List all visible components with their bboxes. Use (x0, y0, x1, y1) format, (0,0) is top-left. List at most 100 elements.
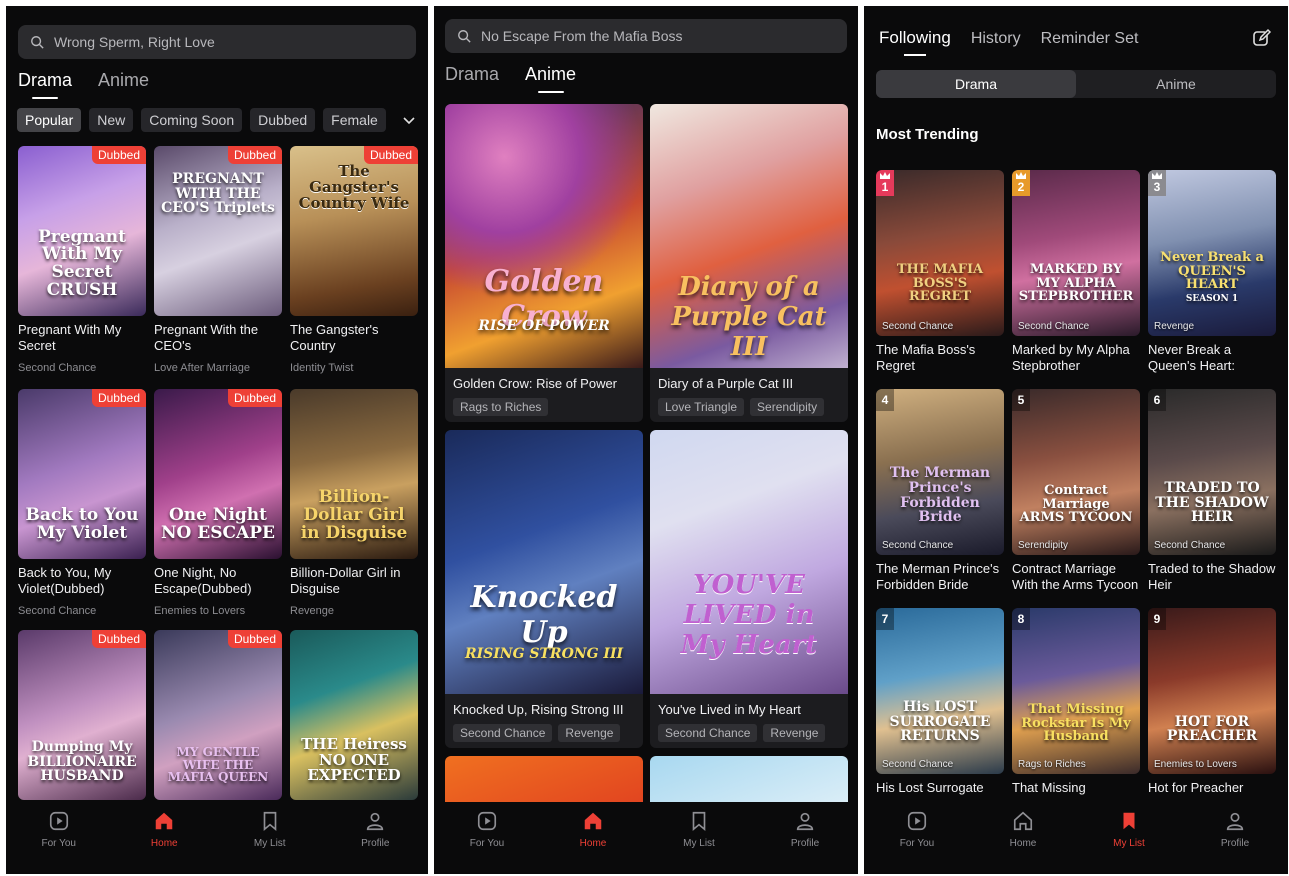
drama-card[interactable]: Pregnant With My Secret CRUSH Dubbed Pre… (18, 146, 146, 381)
trending-card[interactable]: MARKED BY MY ALPHA STEPBROTHER 2 Second … (1012, 170, 1140, 380)
tab-history[interactable]: History (971, 30, 1021, 56)
my-list-tabs: Following History Reminder Set (879, 28, 1138, 56)
tab-drama[interactable]: Drama (445, 64, 499, 93)
card-genre: Love After Marriage (154, 362, 250, 374)
nav-my-list[interactable]: My List (217, 802, 323, 874)
search-input[interactable]: Wrong Sperm, Right Love (18, 25, 416, 59)
nav-profile[interactable]: Profile (1182, 802, 1288, 874)
bookmark-icon (263, 811, 277, 832)
filter-coming-soon[interactable]: Coming Soon (141, 108, 243, 132)
nav-home[interactable]: Home (970, 802, 1076, 874)
poster-title: Contract Marriage ARMS TYCOON (1019, 483, 1133, 526)
nav-my-list[interactable]: My List (1076, 802, 1182, 874)
search-icon (458, 30, 471, 43)
search-placeholder: Wrong Sperm, Right Love (54, 34, 215, 50)
drama-card[interactable]: THE Heiress NO ONE EXPECTED (290, 630, 418, 800)
profile-icon (1226, 812, 1244, 831)
card-genre: Second Chance (18, 605, 97, 617)
filter-female[interactable]: Female (323, 108, 386, 132)
tab-drama[interactable]: Drama (18, 70, 72, 99)
nav-for-you[interactable]: For You (6, 802, 112, 874)
card-title: The Mafia Boss's Regret (876, 342, 976, 373)
anime-card[interactable]: Diary of a Purple Cat III Diary of a Pur… (650, 104, 848, 422)
nav-for-you[interactable]: For You (864, 802, 970, 874)
nav-profile[interactable]: Profile (752, 802, 858, 874)
tab-anime[interactable]: Anime (525, 64, 576, 93)
trending-card[interactable]: That Missing Rockstar Is My Husband 8 Ra… (1012, 608, 1140, 808)
filter-popular[interactable]: Popular (17, 108, 82, 132)
trending-card[interactable]: The Merman Prince's Forbidden Bride 4 Se… (876, 389, 1004, 599)
card-title: Pregnant With My Secret Crush(Dubbed) (18, 322, 122, 353)
chevron-down-icon[interactable] (401, 112, 417, 128)
segment-drama[interactable]: Drama (876, 70, 1076, 98)
rank-badge: 6 (1148, 389, 1166, 411)
content-type-tabs: Drama Anime (445, 64, 576, 93)
drama-card[interactable]: MY GENTLE WIFE THE MAFIA QUEEN Dubbed (154, 630, 282, 800)
rank-badge: 4 (876, 389, 894, 411)
trending-card[interactable]: THE MAFIA BOSS'S REGRET 1 Second Chance … (876, 170, 1004, 380)
genre-label: Enemies to Lovers (1154, 759, 1237, 770)
genre-tag: Revenge (558, 724, 621, 742)
season-label: SEASON 1 (1185, 293, 1239, 304)
poster-subtitle: RISING STRONG III (464, 646, 624, 662)
nav-my-list[interactable]: My List (646, 802, 752, 874)
bottom-nav: For You Home My List Profile (434, 802, 858, 874)
poster-title: MY GENTLE WIFE THE MAFIA QUEEN (167, 745, 269, 785)
tag-list: Love Triangle Serendipity (658, 398, 825, 416)
poster: YOU'VE LIVED in My Heart (650, 430, 848, 694)
poster: HOT FOR PREACHER 9 Enemies to Lovers (1148, 608, 1276, 774)
profile-icon (796, 812, 814, 831)
drama-card[interactable]: One Night NO ESCAPE Dubbed One Night, No… (154, 389, 282, 624)
drama-card[interactable]: Dumping My BILLIONAIRE HUSBAND Dubbed (18, 630, 146, 800)
trending-card[interactable]: TRADED TO THE SHADOW HEIR 6 Second Chanc… (1148, 389, 1276, 599)
dubbed-badge: Dubbed (227, 630, 282, 648)
play-icon (907, 811, 927, 831)
tag-list: Second Chance Revenge (453, 724, 621, 742)
genre-label: Second Chance (1154, 540, 1226, 551)
tab-following[interactable]: Following (879, 28, 951, 56)
poster: MARKED BY MY ALPHA STEPBROTHER 2 Second … (1012, 170, 1140, 336)
filter-new[interactable]: New (89, 108, 134, 132)
genre-label: Serendipity (1018, 540, 1069, 551)
poster-title: Pregnant With My Secret CRUSH (37, 226, 127, 301)
tab-reminder-set[interactable]: Reminder Set (1041, 30, 1139, 56)
home-icon (1013, 811, 1033, 831)
genre-label: Rags to Riches (1018, 759, 1086, 770)
tab-anime[interactable]: Anime (98, 70, 149, 99)
trending-card[interactable]: His LOST SURROGATE RETURNS 7 Second Chan… (876, 608, 1004, 808)
trending-card[interactable]: Contract Marriage ARMS TYCOON 5 Serendip… (1012, 389, 1140, 599)
anime-card[interactable]: Golden Crow RISE OF POWER Golden Crow: R… (445, 104, 643, 422)
home-icon (156, 812, 173, 830)
crown-icon (1152, 172, 1162, 179)
dubbed-badge: Dubbed (227, 146, 282, 164)
bottom-nav: For You Home My List Profile (864, 802, 1288, 874)
drama-card[interactable]: Back to You My Violet Dubbed Back to You… (18, 389, 146, 624)
search-input[interactable]: No Escape From the Mafia Boss (445, 19, 847, 53)
anime-card[interactable]: Knocked Up RISING STRONG III Knocked Up,… (445, 430, 643, 748)
trending-card[interactable]: HOT FOR PREACHER 9 Enemies to Lovers Hot… (1148, 608, 1276, 808)
segment-anime[interactable]: Anime (1076, 70, 1276, 98)
poster-title: Billion-Dollar Girl in Disguise (300, 487, 408, 544)
crown-icon (880, 172, 890, 179)
dubbed-badge: Dubbed (227, 389, 282, 407)
poster-title: His LOST SURROGATE RETURNS (889, 698, 991, 745)
poster: One Night NO ESCAPE Dubbed (154, 389, 282, 559)
nav-profile[interactable]: Profile (323, 802, 429, 874)
tag-list: Rags to Riches (453, 398, 549, 416)
drama-card[interactable]: Billion-Dollar Girl in Disguise Billion-… (290, 389, 418, 624)
drama-card[interactable]: PREGNANT WITH THE CEO'S Triplets Dubbed … (154, 146, 282, 381)
anime-card[interactable]: YOU'VE LIVED in My Heart You've Lived in… (650, 430, 848, 748)
filter-dubbed[interactable]: Dubbed (250, 108, 316, 132)
nav-home[interactable]: Home (540, 802, 646, 874)
card-title: Diary of a Purple Cat III (658, 376, 794, 391)
poster: THE MAFIA BOSS'S REGRET 1 Second Chance (876, 170, 1004, 336)
drama-card[interactable]: The Gangster's Country Wife Dubbed The G… (290, 146, 418, 381)
edit-icon[interactable] (1252, 28, 1272, 48)
poster: Back to You My Violet Dubbed (18, 389, 146, 559)
nav-for-you[interactable]: For You (434, 802, 540, 874)
nav-home[interactable]: Home (112, 802, 218, 874)
genre-label: Second Chance (882, 540, 954, 551)
poster: Dumping My BILLIONAIRE HUSBAND Dubbed (18, 630, 146, 800)
trending-card[interactable]: Never Break a QUEEN'S HEART SEASON 1 3 R… (1148, 170, 1276, 380)
poster: MY GENTLE WIFE THE MAFIA QUEEN Dubbed (154, 630, 282, 800)
